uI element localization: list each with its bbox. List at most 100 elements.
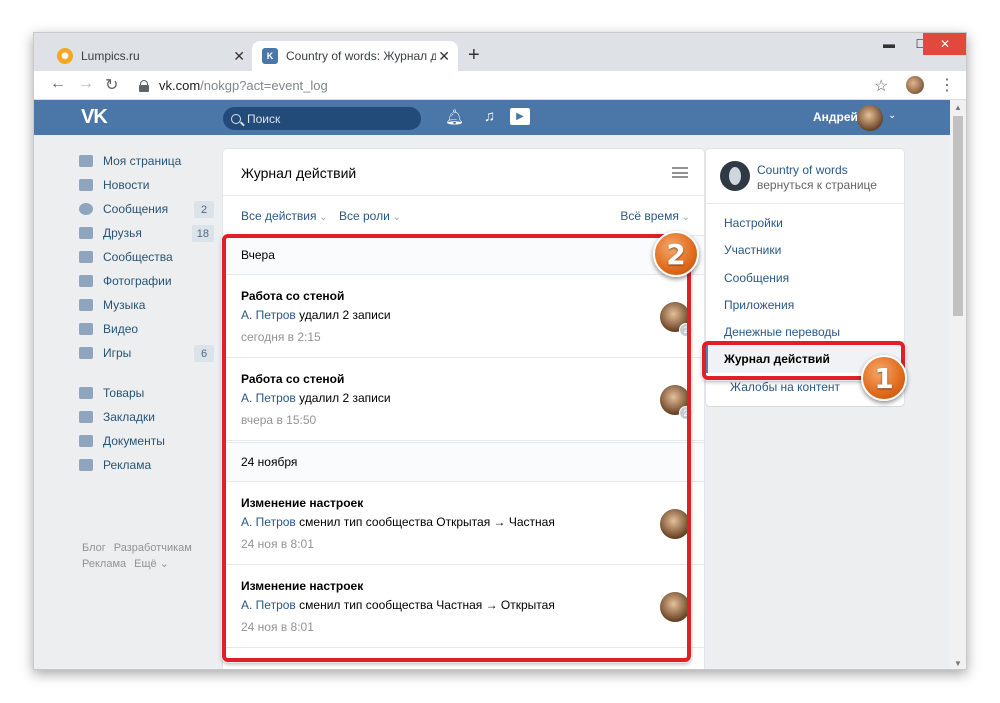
nav-label: Видео	[103, 322, 139, 336]
minimize-button[interactable]: ▬	[872, 33, 906, 55]
browser-toolbar: ← → ↻ vk.com /nokgp?act=event_log ☆ ⋮	[34, 71, 966, 100]
nav-item-goods[interactable]: Товары	[79, 381, 214, 405]
video-icon	[79, 323, 93, 335]
group-avatar[interactable]	[720, 161, 750, 191]
messages-icon	[79, 203, 93, 215]
count-badge: 6	[194, 345, 214, 362]
nav-label: Друзья	[103, 226, 142, 240]
vk-logo[interactable]: VK	[81, 106, 108, 129]
nav-label: Сообщения	[103, 202, 169, 216]
close-tab-icon[interactable]: ✕	[233, 48, 245, 65]
chevron-down-icon[interactable]: ⌄	[888, 110, 896, 121]
lock-icon	[139, 79, 149, 92]
address-bar[interactable]: vk.com /nokgp?act=event_log	[139, 73, 894, 97]
filter-time-dropdown[interactable]: Всё время	[620, 209, 690, 223]
footer-link-blog[interactable]: Блог	[82, 542, 106, 554]
close-tab-icon[interactable]: ✕	[438, 48, 450, 65]
scrollbar-thumb[interactable]	[953, 116, 963, 316]
nav-item-friends[interactable]: Друзья 18	[79, 221, 214, 245]
new-tab-button[interactable]: +	[468, 44, 480, 67]
nav-label: Сообщества	[103, 250, 173, 264]
highlight-box-event-list	[222, 234, 691, 662]
menu-item-money-transfers[interactable]: Денежные переводы	[724, 325, 840, 339]
user-name[interactable]: Андрей	[813, 110, 858, 124]
nav-item-bookmarks[interactable]: Закладки	[79, 405, 214, 429]
video-play-icon[interactable]: ▶	[510, 108, 530, 125]
scroll-down-arrow-icon[interactable]: ▼	[954, 659, 962, 668]
friends-icon	[79, 227, 93, 239]
back-arrow-icon[interactable]: ←	[50, 75, 66, 93]
footer-link-more[interactable]: Ещё ⌄	[134, 558, 169, 570]
back-to-page-link[interactable]: вернуться к странице	[757, 178, 877, 192]
filter-roles-dropdown[interactable]: Все роли	[339, 209, 401, 223]
footer-link-ads[interactable]: Реклама	[82, 558, 126, 570]
screenshot-stage: ✺ Lumpics.ru ✕ K Country of words: Журна…	[0, 0, 1000, 703]
nav-label: Товары	[103, 386, 145, 400]
url-host: vk.com	[159, 77, 201, 93]
vk-favicon-icon: K	[262, 48, 278, 64]
search-input[interactable]: Поиск	[223, 107, 421, 130]
nav-item-messages[interactable]: Сообщения 2	[79, 197, 214, 221]
count-badge: 18	[191, 225, 214, 242]
menu-item-messages[interactable]: Сообщения	[724, 271, 789, 285]
menu-item-members[interactable]: Участники	[724, 243, 781, 257]
step-marker-2: 2	[653, 231, 699, 277]
page-scrollbar[interactable]: ▲ ▼	[950, 100, 966, 669]
user-avatar[interactable]	[857, 105, 883, 131]
browser-menu-icon[interactable]: ⋮	[939, 75, 955, 95]
scroll-up-arrow-icon[interactable]: ▲	[954, 103, 962, 112]
nav-label: Моя страница	[103, 154, 182, 168]
tab-strip: ✺ Lumpics.ru ✕ K Country of words: Журна…	[34, 33, 966, 71]
nav-footer: Блог Разработчикам Реклама Ещё ⌄	[82, 540, 212, 572]
menu-item-content-complaints[interactable]: Жалобы на контент	[730, 380, 840, 394]
nav-label: Фотографии	[103, 274, 172, 288]
nav-item-video[interactable]: Видео	[79, 317, 214, 341]
nav-label: Новости	[103, 178, 150, 192]
vk-header: VK Поиск 🔔︎ ♫ ▶ Андрей ⌄	[34, 100, 952, 135]
nav-label: Документы	[103, 434, 165, 448]
nav-label: Реклама	[103, 458, 152, 472]
filter-actions-dropdown[interactable]: Все действия	[241, 209, 328, 223]
nav-item-games[interactable]: Игры 6	[79, 341, 214, 365]
tab-title: Lumpics.ru	[81, 49, 140, 63]
document-icon	[79, 435, 93, 447]
camera-icon	[79, 275, 93, 287]
divider	[706, 203, 904, 204]
tab-vk[interactable]: K Country of words: Журнал дейст ✕	[252, 41, 458, 71]
bookmark-star-icon[interactable]: ☆	[874, 76, 888, 96]
page-title: Журнал действий	[241, 165, 357, 181]
nav-item-my-page[interactable]: Моя страница	[79, 149, 214, 173]
nav-item-ads[interactable]: Реклама	[79, 453, 214, 477]
url-path: /nokgp?act=event_log	[200, 77, 328, 93]
bell-icon[interactable]: 🔔︎	[445, 108, 464, 126]
search-placeholder: Поиск	[247, 111, 281, 126]
nav-label: Музыка	[103, 298, 146, 312]
music-icon[interactable]: ♫	[484, 108, 495, 125]
news-icon	[79, 179, 93, 191]
tab-title: Country of words: Журнал дейст	[286, 49, 436, 63]
nav-item-photos[interactable]: Фотографии	[79, 269, 214, 293]
nav-item-documents[interactable]: Документы	[79, 429, 214, 453]
footer-link-developers[interactable]: Разработчикам	[114, 542, 192, 554]
nav-item-groups[interactable]: Сообщества	[79, 245, 214, 269]
menu-item-settings[interactable]: Настройки	[724, 216, 783, 230]
megaphone-icon	[79, 459, 93, 471]
nav-item-news[interactable]: Новости	[79, 173, 214, 197]
window-close-button[interactable]: ✕	[923, 33, 966, 55]
search-icon	[231, 113, 241, 124]
nav-item-music[interactable]: Музыка	[79, 293, 214, 317]
tab-lumpics[interactable]: ✺ Lumpics.ru ✕	[47, 41, 253, 71]
music-icon	[79, 299, 93, 311]
reload-icon[interactable]: ↻	[105, 75, 118, 95]
browser-profile-avatar[interactable]	[906, 76, 924, 94]
forward-arrow-icon[interactable]: →	[78, 75, 94, 93]
count-badge: 2	[194, 201, 214, 218]
nav-separator	[79, 365, 214, 381]
menu-item-apps[interactable]: Приложения	[724, 298, 794, 312]
list-icon[interactable]	[672, 167, 688, 178]
left-navigation: Моя страница Новости Сообщения 2 Друзья 18…	[79, 149, 214, 477]
group-name-link[interactable]: Country of words	[757, 163, 848, 177]
home-icon	[79, 155, 93, 167]
games-icon	[79, 347, 93, 359]
step-marker-1: 1	[861, 355, 907, 401]
